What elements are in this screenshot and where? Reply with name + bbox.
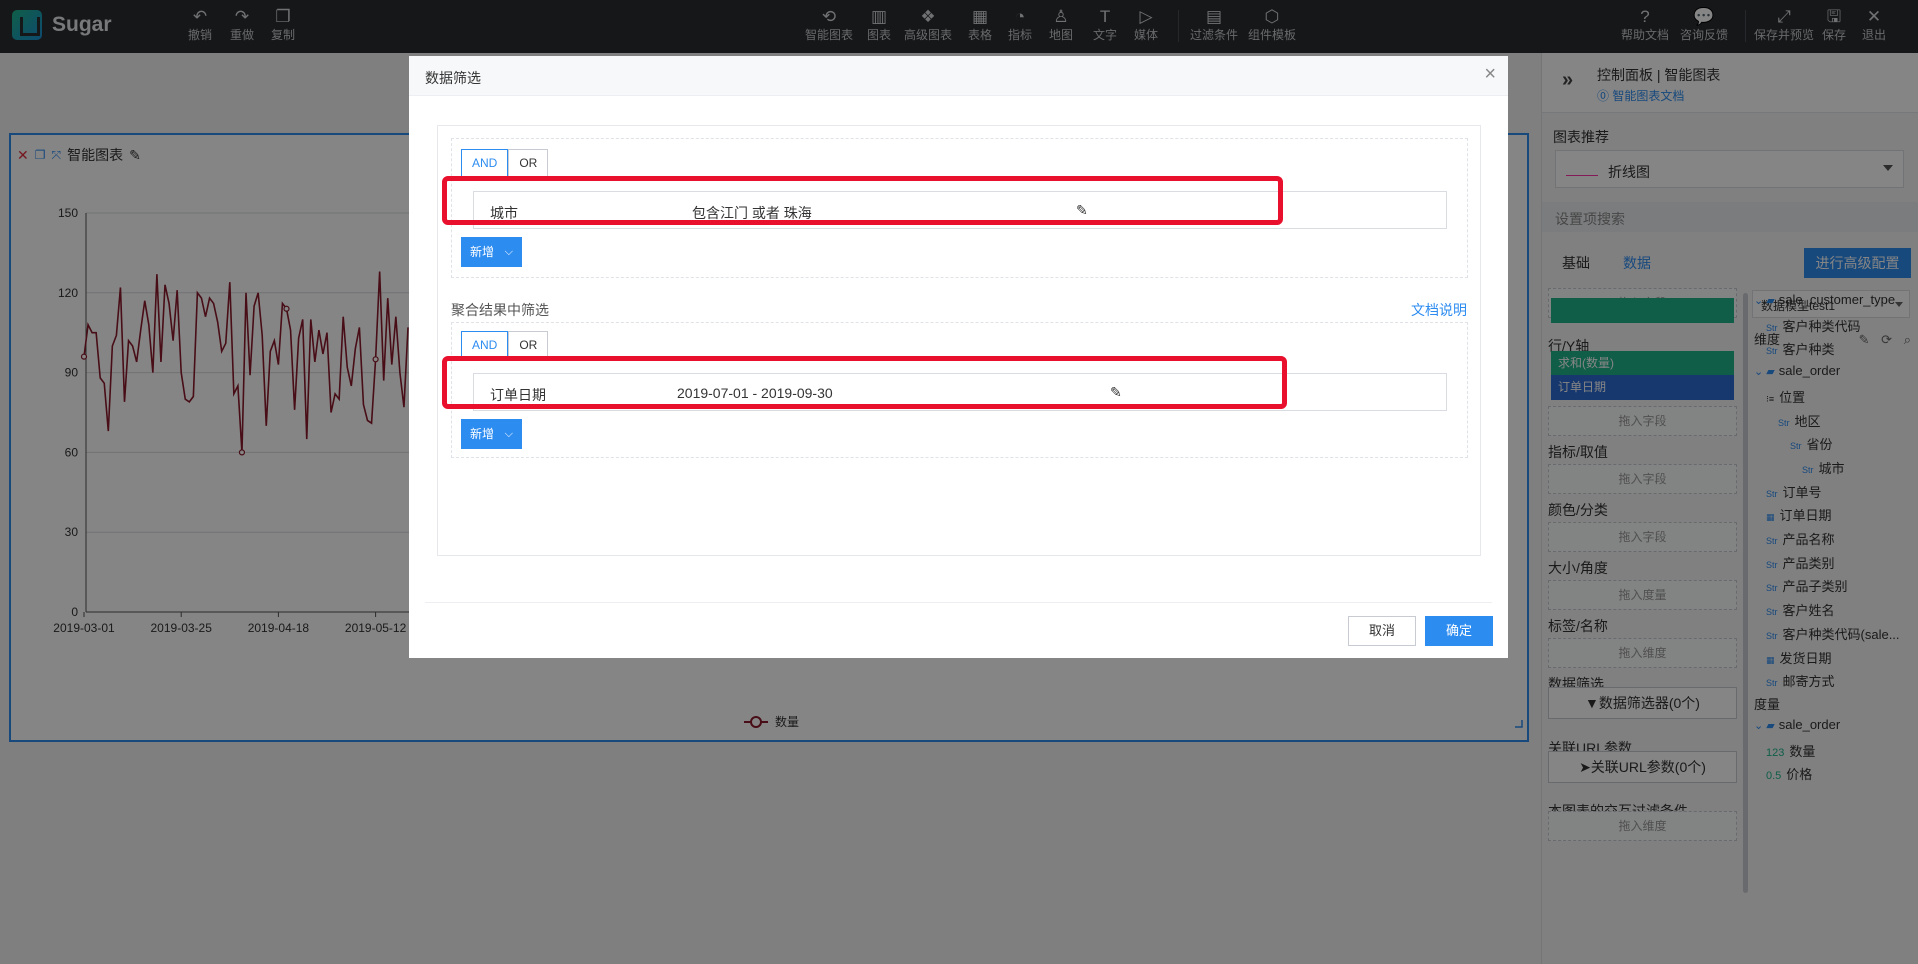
add-condition-button[interactable]: 新增 ⌵ <box>461 237 522 267</box>
highlight-box <box>442 356 1287 409</box>
close-icon[interactable]: × <box>1484 64 1496 84</box>
cancel-button[interactable]: 取消 <box>1348 616 1416 646</box>
logic-or-button[interactable]: OR <box>508 331 549 359</box>
logic-and-button[interactable]: AND <box>461 331 509 359</box>
modal-header: 数据筛选 × <box>409 56 1508 96</box>
filter-body: AND OR 城市 包含江门 或者 珠海 ✎ 新增 ⌵ 聚合结果中筛选 文档说明 … <box>437 125 1481 556</box>
logic-toggle: AND OR <box>461 331 549 359</box>
chevron-down-icon: ⌵ <box>504 246 513 258</box>
add-condition-label: 新增 <box>470 427 495 441</box>
add-condition-button[interactable]: 新增 ⌵ <box>461 419 522 449</box>
logic-and-button[interactable]: AND <box>461 149 509 177</box>
highlight-box <box>442 176 1283 225</box>
chevron-down-icon: ⌵ <box>504 428 513 440</box>
modal-footer-divider <box>425 602 1492 603</box>
add-condition-label: 新增 <box>470 245 495 259</box>
logic-or-button[interactable]: OR <box>508 149 549 177</box>
confirm-button[interactable]: 确定 <box>1425 616 1493 646</box>
logic-toggle: AND OR <box>461 149 549 177</box>
aggregate-filter-title: 聚合结果中筛选 <box>451 302 549 318</box>
data-filter-modal: 数据筛选 × AND OR 城市 包含江门 或者 珠海 ✎ 新增 ⌵ 聚合结果中筛… <box>409 56 1508 658</box>
modal-title: 数据筛选 <box>425 70 481 86</box>
doc-link[interactable]: 文档说明 <box>1411 300 1467 320</box>
